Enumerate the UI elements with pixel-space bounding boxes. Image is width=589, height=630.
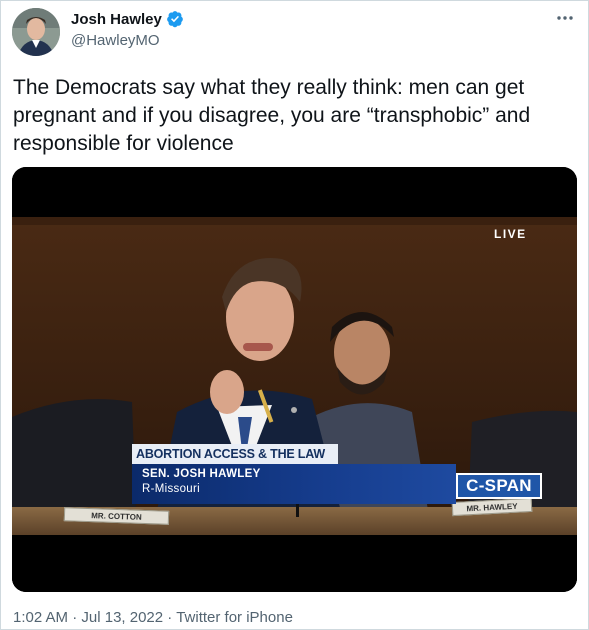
chyron-lower-third: SEN. JOSH HAWLEY R-Missouri <box>132 464 456 504</box>
tweet-text: The Democrats say what they really think… <box>13 76 531 155</box>
tweet-card: Josh Hawley @HawleyMO The Democrats say … <box>0 0 589 630</box>
video-frame <box>12 167 577 592</box>
meta-separator: · <box>72 609 78 626</box>
avatar-photo <box>12 8 60 56</box>
video-player[interactable]: LIVE MR. COTTON MR. HAWLEY ABORTION ACCE… <box>12 167 577 592</box>
live-badge: LIVE <box>494 227 527 241</box>
tweet-time[interactable]: 1:02 AM <box>13 609 68 626</box>
author-name-row: Josh Hawley <box>71 10 184 28</box>
cspan-logo: C-SPAN <box>456 473 542 499</box>
tweet-date[interactable]: Jul 13, 2022 <box>81 609 163 626</box>
tweet-meta: 1:02 AM · Jul 13, 2022 · Twitter for iPh… <box>13 609 293 626</box>
verified-badge-icon <box>167 11 183 28</box>
chyron-name: SEN. JOSH HAWLEY <box>142 468 261 480</box>
meta-separator: · <box>167 609 173 626</box>
author-avatar[interactable] <box>12 8 60 56</box>
author-name[interactable]: Josh Hawley <box>71 11 162 28</box>
more-dots-icon[interactable] <box>556 9 574 32</box>
author-handle[interactable]: @HawleyMO <box>71 32 160 49</box>
chyron-title: ABORTION ACCESS & THE LAW <box>132 444 338 464</box>
chyron-affiliation: R-Missouri <box>142 483 200 495</box>
tweet-source[interactable]: Twitter for iPhone <box>176 609 293 626</box>
